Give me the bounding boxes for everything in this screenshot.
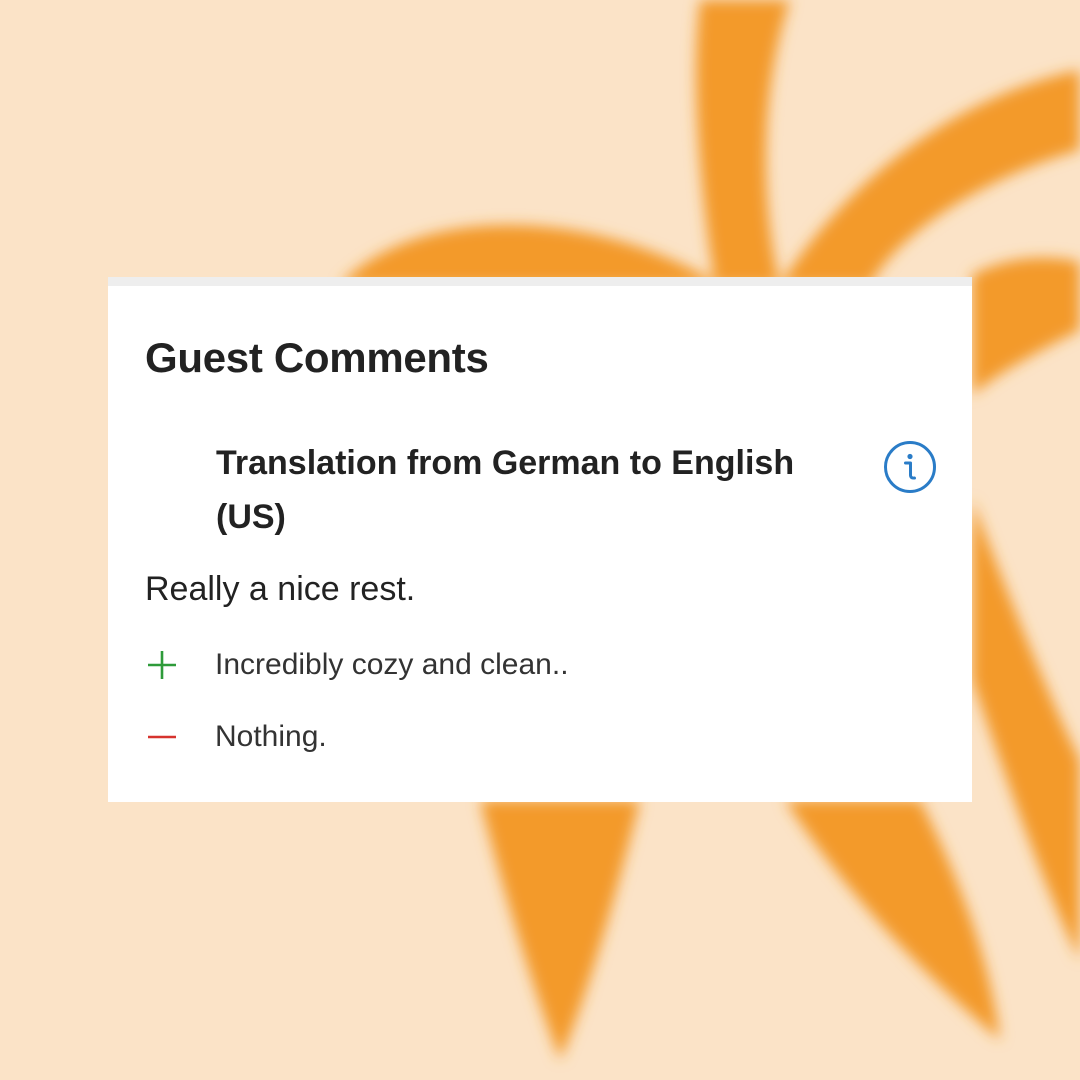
negative-point-text: Nothing. (215, 720, 327, 753)
positive-point-text: Incredibly cozy and clean.. (215, 648, 569, 681)
review-headline: Really a nice rest. (145, 570, 416, 608)
card-title: Guest Comments (145, 334, 489, 381)
negative-point: Nothing. (145, 717, 327, 757)
translation-note: Translation from German to English (US) (216, 444, 795, 536)
info-button[interactable] (882, 439, 938, 495)
minus-icon (145, 720, 179, 754)
plus-icon (145, 648, 179, 682)
positive-point: Incredibly cozy and clean.. (145, 645, 569, 685)
info-circle-icon (882, 439, 938, 495)
guest-comments-card: Guest Comments Translation from German t… (108, 277, 972, 802)
